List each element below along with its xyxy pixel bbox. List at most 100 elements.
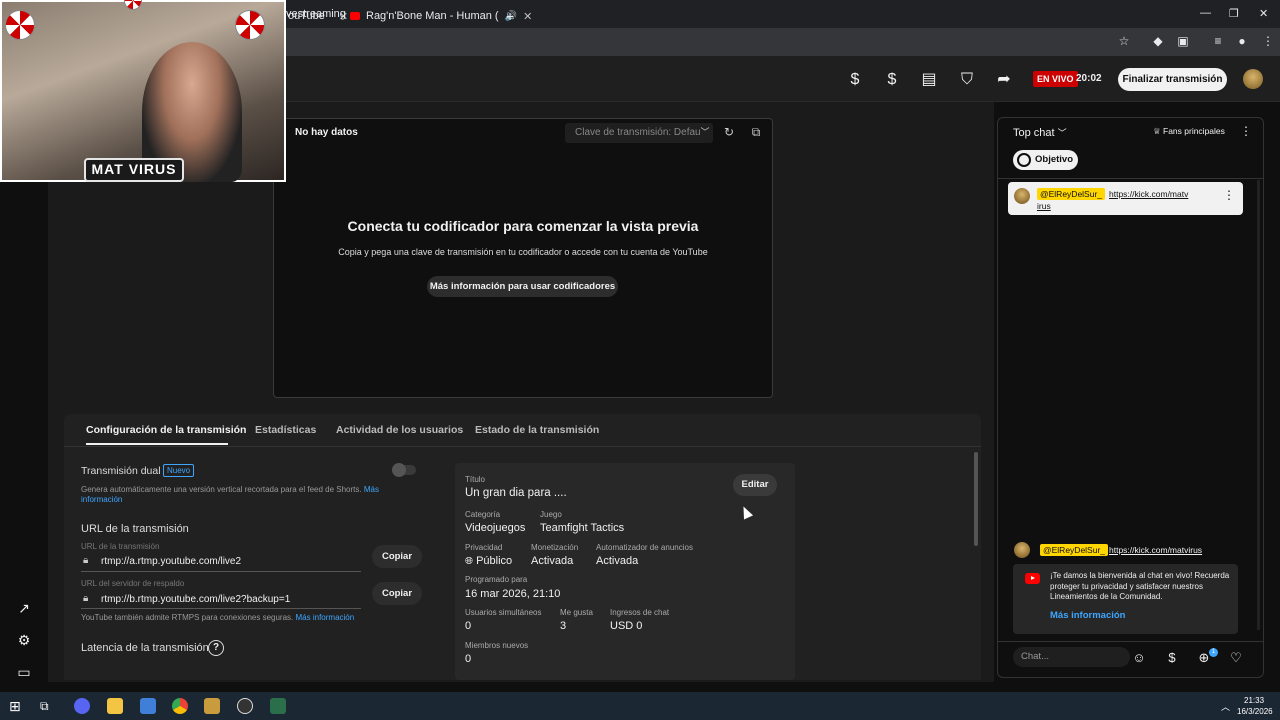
- new-badge: Nuevo: [163, 464, 195, 477]
- chevron-down-icon: ﹀: [1057, 128, 1067, 138]
- chat-scrollbar[interactable]: [1257, 180, 1260, 630]
- stream-key-select[interactable]: Clave de transmisión: Defau: [565, 123, 713, 143]
- live-badge: EN VIVO: [1033, 71, 1078, 87]
- clock-time[interactable]: 21:33: [1244, 696, 1264, 705]
- puzzle-icon[interactable]: ▣: [1175, 34, 1191, 50]
- clock-date[interactable]: 16/3/2026: [1237, 707, 1273, 716]
- close-icon[interactable]: ✕: [523, 10, 532, 23]
- dual-stream-toggle[interactable]: [392, 463, 416, 477]
- target-icon: [1017, 153, 1031, 167]
- lock-icon: 🔒︎: [83, 555, 89, 566]
- chat-mode-select[interactable]: Top chat ﹀: [1013, 126, 1067, 139]
- playlist-icon[interactable]: ≡: [1210, 34, 1226, 50]
- concurrent-viewers-key: Usuarios simultáneos: [465, 608, 542, 617]
- stream-url-field[interactable]: rtmp://a.rtmp.youtube.com/live2: [101, 556, 241, 567]
- account-avatar[interactable]: [1243, 69, 1263, 89]
- backup-url-field[interactable]: rtmp://b.rtmp.youtube.com/live2?backup=1: [101, 594, 290, 605]
- chevron-down-icon[interactable]: ﹀: [697, 125, 713, 141]
- stream-key-select-label: Clave de transmisión: Defau: [575, 127, 701, 138]
- file-explorer-icon[interactable]: [107, 698, 123, 714]
- copy-icon[interactable]: ⧉: [748, 125, 764, 141]
- welcome-more-link[interactable]: Más información: [1050, 610, 1126, 621]
- monetization-icon[interactable]: $: [845, 70, 865, 90]
- super-chat-icon[interactable]: $: [882, 70, 902, 90]
- dual-more-link-2[interactable]: información: [81, 495, 122, 504]
- lock-icon: 🔒︎: [83, 593, 89, 604]
- top-fans-button[interactable]: ♕ Fans principales: [1153, 126, 1225, 137]
- close-window-icon[interactable]: ✕: [1259, 7, 1268, 20]
- chat-mode-label: Top chat: [1013, 127, 1055, 139]
- encoder-info-button[interactable]: Más información para usar codificadores: [427, 276, 618, 297]
- edit-button[interactable]: Editar: [733, 474, 777, 496]
- emoji-icon[interactable]: ☺: [1131, 650, 1147, 666]
- globe-icon: 🌐︎: [465, 556, 473, 567]
- gear-icon[interactable]: ⚙: [16, 632, 32, 648]
- discord-app-icon[interactable]: [74, 698, 90, 714]
- windows-start-icon[interactable]: ⊞: [9, 698, 25, 714]
- rtmps-link[interactable]: Más información: [296, 613, 355, 622]
- tab-statistics[interactable]: Estadísticas: [255, 424, 316, 436]
- clapper-icon[interactable]: ▤: [919, 70, 939, 90]
- pinned-author[interactable]: @ElReyDelSur_: [1037, 188, 1106, 200]
- os-taskbar: [0, 692, 1280, 720]
- help-icon[interactable]: ?: [208, 640, 224, 656]
- new-members-key: Miembros nuevos: [465, 641, 529, 650]
- dual-more-link[interactable]: Más: [364, 485, 379, 494]
- tab-stream-health[interactable]: Estado de la transmisión: [475, 424, 599, 436]
- concurrent-viewers-value: 0: [465, 620, 472, 632]
- settings-scrollbar[interactable]: [974, 452, 978, 546]
- chat-income-value: USD 0: [610, 620, 643, 632]
- youtube-icon: [350, 12, 360, 20]
- minimize-icon[interactable]: —: [1200, 7, 1211, 19]
- chat-more-icon[interactable]: ⋮: [1240, 124, 1252, 138]
- pinned-message-link-cont[interactable]: irus: [1037, 201, 1051, 211]
- chat-input[interactable]: Chat...: [1013, 647, 1130, 667]
- message-link[interactable]: https://kick.com/matvirus: [1109, 545, 1202, 555]
- share-icon[interactable]: ➦: [994, 70, 1014, 90]
- arrow-out-icon[interactable]: ↗: [16, 600, 32, 616]
- task-view-icon[interactable]: ⧉: [40, 698, 56, 714]
- bookmark-icon[interactable]: ⛉: [957, 70, 977, 90]
- league-app-icon[interactable]: [204, 698, 220, 714]
- message-author[interactable]: @ElReyDelSur_: [1040, 544, 1109, 556]
- copy-backup-button[interactable]: Copiar: [372, 582, 422, 605]
- star-icon[interactable]: ☆: [1116, 34, 1132, 50]
- pinned-more-icon[interactable]: ⋮: [1223, 188, 1235, 202]
- crown-icon: ♕: [1153, 126, 1161, 136]
- stream-url-heading: URL de la transmisión: [81, 523, 189, 535]
- calculator-icon[interactable]: [140, 698, 156, 714]
- avatar: [1014, 188, 1030, 204]
- ad-automator-value: Activada: [596, 555, 639, 567]
- url-text[interactable]: vestreaming: [286, 8, 346, 20]
- dual-stream-label: Transmisión dual: [81, 465, 161, 477]
- top-fans-label: Fans principales: [1163, 126, 1225, 136]
- privacy-key: Privacidad: [465, 543, 503, 552]
- app-icon[interactable]: [270, 698, 286, 714]
- avatar: [1014, 542, 1030, 558]
- privacy-text: Público: [476, 555, 513, 567]
- refresh-icon[interactable]: ↻: [721, 125, 737, 141]
- super-chat-icon[interactable]: $: [1164, 650, 1180, 666]
- new-tab-button[interactable]: +: [506, 4, 514, 28]
- more-icon[interactable]: ⋮: [1260, 34, 1276, 50]
- chrome-app-icon[interactable]: [172, 698, 188, 714]
- likes-key: Me gusta: [560, 608, 593, 617]
- heart-icon[interactable]: ♡: [1228, 650, 1244, 666]
- end-stream-button[interactable]: Finalizar transmisión: [1118, 68, 1227, 91]
- tab-user-activity[interactable]: Actividad de los usuarios: [336, 424, 463, 436]
- obs-app-icon[interactable]: [237, 698, 253, 714]
- welcome-text: ¡Te damos la bienvenida al chat en vivo!…: [1050, 571, 1230, 601]
- rtmps-note: YouTube también admite RTMPS para conexi…: [81, 613, 354, 622]
- monetization-value: Activada: [531, 555, 574, 567]
- copy-url-button[interactable]: Copiar: [372, 545, 422, 568]
- tray-chevron-icon[interactable]: ︿: [1221, 700, 1230, 713]
- profile-icon[interactable]: ●: [1234, 34, 1250, 50]
- maximize-icon[interactable]: ❐: [1229, 7, 1239, 20]
- tab-stream-settings[interactable]: Configuración de la transmisión: [86, 424, 246, 436]
- browser-tab-music[interactable]: Rag'n'Bone Man - Human ( 🔊 ✕: [350, 4, 532, 28]
- active-tab-indicator: [86, 443, 228, 445]
- feedback-icon[interactable]: ▭: [16, 664, 32, 680]
- extension-icon[interactable]: ◆: [1150, 34, 1166, 50]
- tab-divider: [64, 446, 981, 447]
- pinned-message-link[interactable]: https://kick.com/matv: [1109, 189, 1188, 199]
